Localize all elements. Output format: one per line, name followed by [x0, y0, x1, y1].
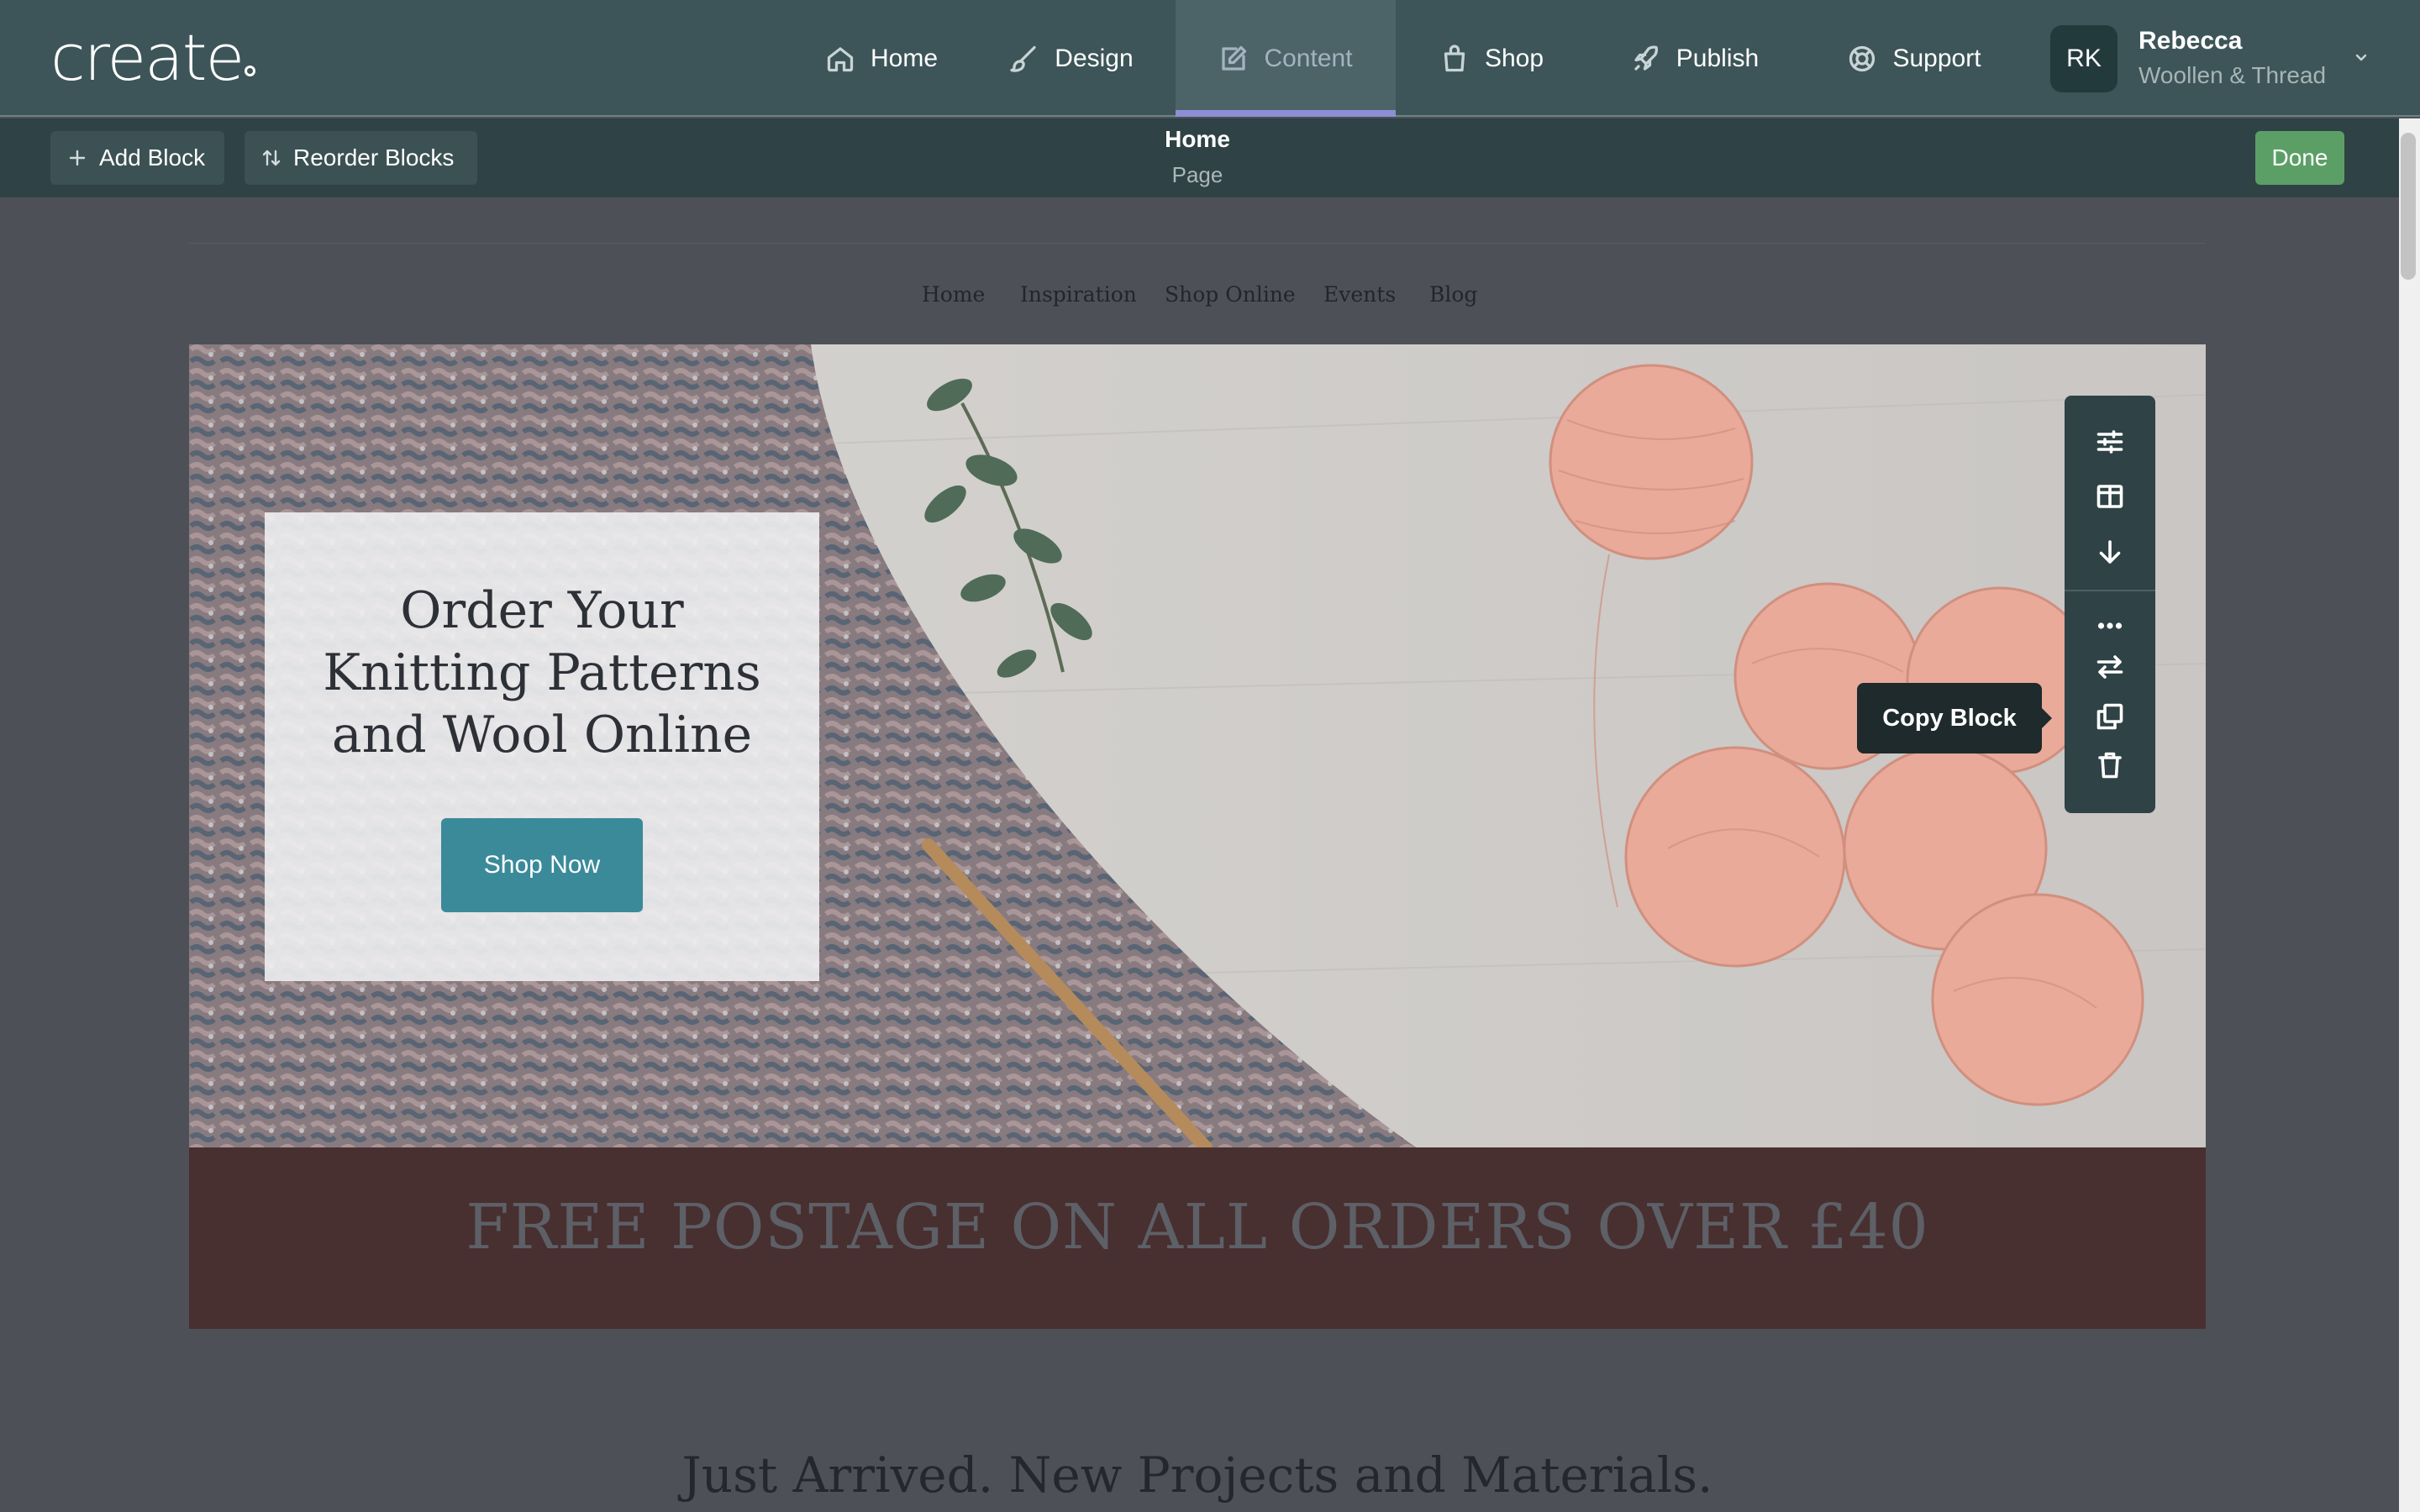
shopping-bag-icon	[1444, 44, 1465, 71]
site-nav-events[interactable]: Events	[1323, 282, 1396, 307]
lifebuoy-icon	[1849, 45, 1876, 71]
shop-now-button[interactable]: Shop Now	[441, 818, 643, 912]
nav-content[interactable]: Content	[1176, 0, 1396, 117]
site-nav-shop-online[interactable]: Shop Online	[1165, 282, 1296, 307]
arrow-down-icon[interactable]	[2095, 537, 2125, 567]
user-organization[interactable]: Woollen & Thread	[2139, 62, 2326, 89]
done-button[interactable]: Done	[2255, 131, 2344, 185]
hero-heading-line: and Wool Online	[331, 706, 753, 764]
swap-icon[interactable]	[2095, 652, 2125, 682]
site-nav-home[interactable]: Home	[922, 282, 985, 307]
promo-banner[interactable]: FREE POSTAGE ON ALL ORDERS OVER £40	[189, 1147, 2206, 1329]
copy-icon[interactable]	[2095, 701, 2125, 732]
section-heading[interactable]: Just Arrived. New Projects and Materials…	[189, 1446, 2206, 1504]
reorder-blocks-button[interactable]: Reorder Blocks	[245, 131, 477, 185]
plus-icon	[69, 150, 86, 166]
nav-home-label: Home	[870, 44, 939, 72]
add-block-button[interactable]: Add Block	[50, 131, 224, 185]
create-logo[interactable]: create	[50, 20, 256, 96]
toolbar-divider	[2065, 590, 2155, 591]
add-block-label: Add Block	[99, 144, 206, 171]
nav-support-label: Support	[1892, 44, 1981, 72]
scrollbar-track[interactable]	[2399, 118, 2420, 1512]
hero-heading-line: Knitting Patterns	[323, 643, 761, 702]
user-name[interactable]: Rebecca	[2139, 27, 2242, 55]
layout-icon[interactable]	[2095, 481, 2125, 512]
sort-arrows-icon	[262, 150, 281, 166]
nav-support[interactable]: Support	[1822, 0, 2007, 117]
sliders-icon[interactable]	[2095, 427, 2125, 457]
rocket-icon	[1634, 45, 1658, 71]
nav-publish-label: Publish	[1676, 44, 1760, 72]
scrollbar-thumb[interactable]	[2401, 133, 2416, 280]
nav-shop[interactable]: Shop	[1420, 0, 1563, 117]
site-nav-inspiration[interactable]: Inspiration	[1020, 282, 1137, 307]
user-avatar[interactable]: RK	[2050, 25, 2118, 92]
site-nav-blog[interactable]: Blog	[1429, 282, 1477, 307]
page-title: Home	[1165, 126, 1230, 152]
nav-home[interactable]: Home	[793, 0, 970, 117]
more-icon[interactable]	[2095, 611, 2125, 641]
edit-icon	[1222, 45, 1247, 71]
nav-shop-label: Shop	[1484, 44, 1544, 72]
chevron-down-icon[interactable]	[2351, 47, 2371, 67]
hero-heading[interactable]: Order Your Knitting Patterns and Wool On…	[265, 580, 819, 766]
block-toolbar	[2065, 396, 2155, 813]
promo-text: FREE POSTAGE ON ALL ORDERS OVER £40	[466, 1191, 1929, 1263]
trash-icon[interactable]	[2095, 750, 2125, 780]
avatar-initials: RK	[2066, 45, 2102, 72]
nav-publish[interactable]: Publish	[1607, 0, 1783, 117]
nav-content-label: Content	[1264, 44, 1353, 72]
nav-design-label: Design	[1055, 44, 1134, 72]
brush-icon	[1010, 45, 1036, 72]
copy-block-tooltip: Copy Block	[1857, 683, 2052, 753]
reorder-blocks-label: Reorder Blocks	[293, 144, 455, 171]
site-header-divider	[189, 243, 2206, 244]
hero-heading-line: Order Your	[400, 581, 684, 640]
hero-text-card: Order Your Knitting Patterns and Wool On…	[265, 512, 819, 981]
page-type: Page	[1171, 162, 1223, 187]
nav-design[interactable]: Design	[992, 0, 1151, 117]
house-icon	[827, 46, 854, 71]
